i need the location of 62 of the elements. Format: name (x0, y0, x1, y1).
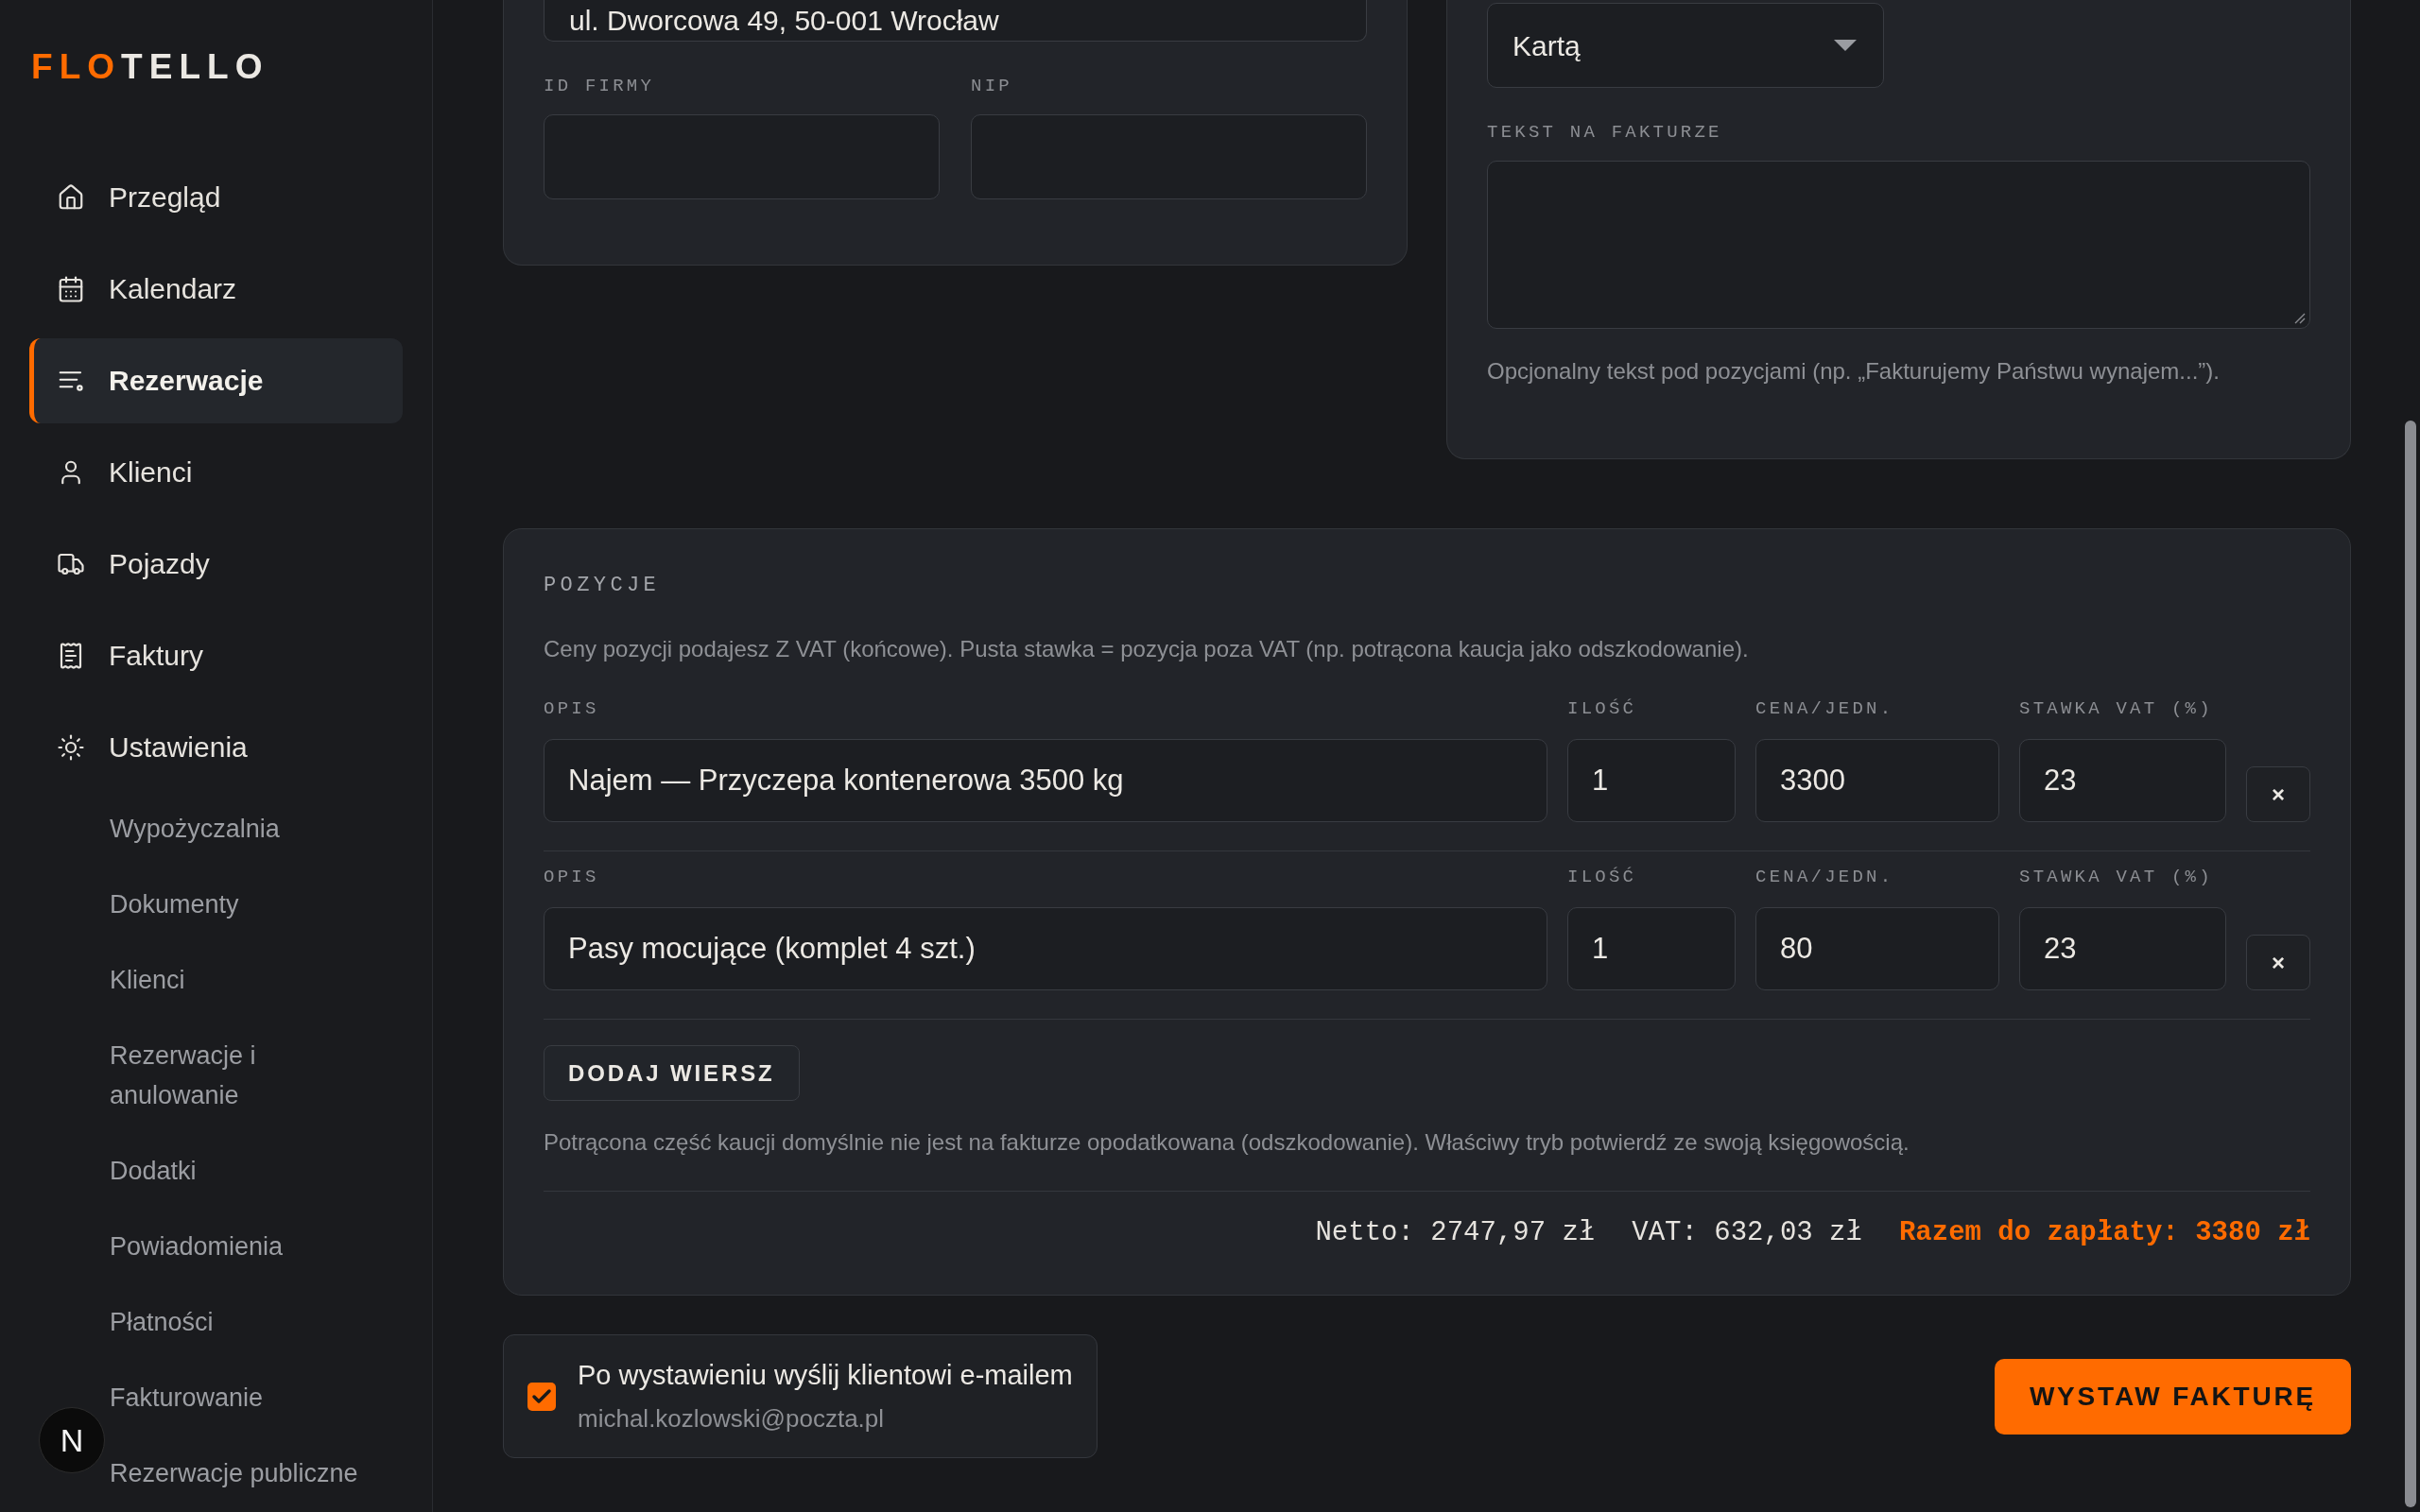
sidebar-nav-item[interactable]: Faktury (29, 613, 403, 698)
invoice-text-area[interactable] (1487, 161, 2310, 329)
vat-rate-input[interactable]: 23 (2019, 907, 2226, 990)
sidebar-subitem[interactable]: Dokumenty (110, 885, 374, 924)
field-label: ID FIRMY (544, 75, 656, 97)
sidebar-subitem[interactable]: Powiadomienia (110, 1227, 374, 1266)
send-email-label: Po wystawieniu wyślij klientowi e-mailem (578, 1359, 1073, 1392)
column-label: OPIS (544, 866, 600, 888)
sidebar-subitem[interactable]: Płatności (110, 1302, 374, 1342)
sidebar-subitem[interactable]: Fakturowanie (110, 1378, 374, 1418)
sidebar-nav-item[interactable]: Kalendarz (29, 247, 403, 332)
app-logo[interactable]: FLO TELLO (31, 48, 269, 86)
sidebar-subitem[interactable]: Rezerwacje publiczne (110, 1453, 374, 1493)
calendar-icon (57, 275, 85, 303)
net-total: Netto: 2747,97 zł (1315, 1216, 1596, 1250)
sidebar-nav-item[interactable]: Pojazdy (29, 522, 403, 607)
client-email: michal.kozlowski@poczta.pl (578, 1403, 886, 1435)
unit-price-input[interactable]: 80 (1755, 907, 1999, 990)
home-icon (57, 183, 85, 212)
tax-id-input[interactable] (971, 114, 1367, 199)
dev-tools-button[interactable]: N (39, 1407, 105, 1473)
sidebar-subitem[interactable]: Rezerwacje i anulowanie (110, 1036, 374, 1115)
section-title: POZYCJE (544, 573, 662, 599)
tax-note: Potrącona część kaucji domyślnie nie jest na fakturze opodatkowana (odszkodowanie). Właściwy tryb potwierdź ze swoją księgowością. (544, 1128, 1910, 1157)
column-label: STAWKA VAT (%) (2019, 697, 2214, 720)
add-row-button[interactable]: DODAJ WIERSZ (544, 1045, 800, 1101)
scrollbar-thumb[interactable] (2405, 421, 2416, 1507)
invoice-text-hint: Opcjonalny tekst pod pozycjami (np. „Fakturujemy Państwu wynajem...”). (1487, 357, 2221, 386)
sidebar-subitem[interactable]: Dodatki (110, 1151, 374, 1191)
remove-row-button[interactable]: × (2246, 766, 2310, 822)
remove-row-button[interactable]: × (2246, 935, 2310, 990)
description-input[interactable]: Najem — Przyczepa kontenerowa 3500 kg (544, 739, 1547, 822)
unit-price-input[interactable]: 3300 (1755, 739, 1999, 822)
column-label: ILOŚĆ (1567, 866, 1638, 888)
column-label: CENA/JEDN. (1755, 866, 1895, 888)
column-label: STAWKA VAT (%) (2019, 866, 2214, 888)
issue-invoice-button[interactable]: WYSTAW FAKTURĘ (1994, 1358, 2351, 1435)
caret-down-icon (1834, 40, 1857, 51)
description-input[interactable]: Pasy mocujące (komplet 4 szt.) (544, 907, 1547, 990)
column-label: CENA/JEDN. (1755, 697, 1895, 720)
field-label: NIP (971, 75, 1013, 97)
column-label: ILOŚĆ (1567, 697, 1638, 720)
resize-grip-icon (2294, 313, 2306, 324)
address-input[interactable]: ul. Dworcowa 49, 50-001 Wrocław (544, 0, 1367, 42)
sidebar-subitem[interactable]: Wypożyczalnia (110, 809, 374, 849)
sidebar-nav-item[interactable]: Ustawienia (29, 705, 403, 790)
sidebar-subitem[interactable]: Klienci (110, 960, 374, 1000)
vat-rate-input[interactable]: 23 (2019, 739, 2226, 822)
quantity-input[interactable]: 1 (1567, 739, 1736, 822)
quantity-input[interactable]: 1 (1567, 907, 1736, 990)
sidebar-nav-item[interactable]: Rezerwacje (29, 338, 403, 423)
vat-total: VAT: 632,03 zł (1632, 1216, 1862, 1250)
settings-icon (57, 733, 85, 762)
grand-total: Razem do zapłaty: 3380 zł (1898, 1216, 2310, 1250)
sidebar-nav-item[interactable]: Klienci (29, 430, 403, 515)
column-label: OPIS (544, 697, 600, 720)
section-description: Ceny pozycji podajesz Z VAT (końcowe). Pusta stawka = pozycja poza VAT (np. potrącona kaucja jako odszkodowanie). (544, 635, 1750, 663)
field-label: TEKST NA FAKTURZE (1487, 121, 1723, 144)
send-email-checkbox[interactable] (527, 1382, 556, 1411)
payment-method-select[interactable]: Kartą (1487, 3, 1884, 88)
sidebar-nav-item[interactable]: Przegląd (29, 155, 403, 240)
company-id-input[interactable] (544, 114, 940, 199)
